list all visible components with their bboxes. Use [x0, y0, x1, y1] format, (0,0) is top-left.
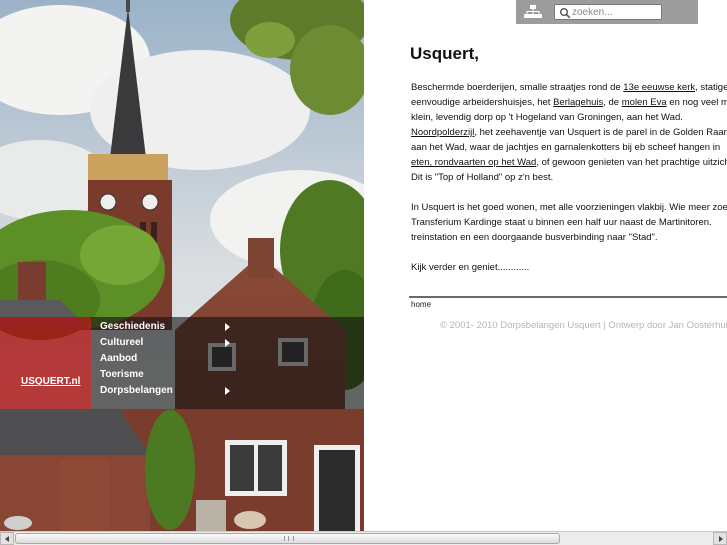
- arrow-right-icon: [719, 536, 723, 542]
- horizontal-scrollbar[interactable]: [0, 531, 727, 545]
- search-toolbar: [516, 0, 698, 24]
- paragraph-line: Beschermde boerderijen, smalle straatjes…: [411, 80, 727, 95]
- text: , of gewoon genieten van het prachtige u…: [536, 157, 727, 168]
- main-navigation: USQUERT.nl Geschiedenis Cultureel Aanbod…: [0, 317, 364, 409]
- nav-item-label: Toerisme: [100, 369, 144, 380]
- paragraph-line: eten, rondvaarten op het Wad, of gewoon …: [411, 155, 727, 170]
- nav-item-label: Geschiedenis: [100, 321, 166, 332]
- nav-item-geschiedenis[interactable]: Geschiedenis: [100, 319, 230, 335]
- nav-item-aanbod[interactable]: Aanbod: [100, 351, 230, 367]
- paragraph-line: Noordpolderzijl, het zeehaventje van Usq…: [411, 125, 727, 140]
- nav-menu: Geschiedenis Cultureel Aanbod Toerisme D…: [91, 317, 364, 409]
- search-box: [554, 4, 662, 20]
- scrollbar-thumb[interactable]: [15, 533, 560, 544]
- nav-item-cultureel[interactable]: Cultureel: [100, 335, 230, 351]
- paragraph-line: aan het Wad, waar de jachtjes en garnale…: [411, 142, 721, 153]
- header-photo: [0, 0, 364, 531]
- sitemap-icon[interactable]: [524, 4, 542, 20]
- logo-box: USQUERT.nl: [0, 317, 91, 409]
- scroll-left-button[interactable]: [0, 532, 14, 545]
- paragraph-line: treinstation en een doorgaande busverbin…: [411, 232, 658, 243]
- link-noordpolderzijl[interactable]: Noordpolderzijl: [411, 127, 474, 138]
- paragraph-line: Kijk verder en geniet............: [411, 262, 530, 273]
- intro-text: Beschermde boerderijen, smalle straatjes…: [411, 80, 727, 275]
- search-icon: [559, 6, 571, 19]
- grip-icon: [284, 536, 294, 541]
- footer-divider: [409, 296, 727, 298]
- paragraph-line: Dit is "Top of Holland" op z'n best.: [411, 172, 554, 183]
- link-eten-rondvaarten[interactable]: eten, rondvaarten op het Wad: [411, 157, 536, 168]
- paragraph-line: Transferium Kardinge staat u binnen een …: [411, 217, 712, 228]
- nav-item-dorpsbelangen[interactable]: Dorpsbelangen: [100, 383, 230, 399]
- nav-item-label: Aanbod: [100, 353, 138, 364]
- submenu-arrow-icon: [225, 323, 230, 331]
- search-input[interactable]: [572, 5, 658, 19]
- home-link[interactable]: home: [411, 300, 431, 309]
- nav-item-label: Cultureel: [100, 337, 144, 348]
- paragraph-line: eenvoudige arbeidershuisjes, het Berlage…: [411, 95, 727, 110]
- text: , statige: [695, 82, 727, 93]
- nav-item-label: Dorpsbelangen: [100, 385, 173, 396]
- submenu-arrow-icon: [225, 387, 230, 395]
- scroll-right-button[interactable]: [713, 532, 727, 545]
- page-title: Usquert,: [410, 44, 479, 63]
- paragraph-line: In Usquert is het goed wonen, met alle v…: [411, 202, 727, 213]
- link-molen-eva[interactable]: molen Eva: [622, 97, 667, 108]
- text: en nog veel meer.: [669, 97, 727, 108]
- text: , het zeehaventje van Usquert is de pare…: [474, 127, 727, 138]
- site-logo-link[interactable]: USQUERT.nl: [21, 376, 80, 387]
- text: eenvoudige arbeidershuisjes, het: [411, 97, 554, 108]
- nav-item-toerisme[interactable]: Toerisme: [100, 367, 230, 383]
- submenu-arrow-icon: [225, 339, 230, 347]
- paragraph-line: klein, levendig dorp op 't Hogeland van …: [411, 112, 683, 123]
- text: Beschermde boerderijen, smalle straatjes…: [411, 82, 624, 93]
- link-13e-eeuwse-kerk[interactable]: 13e eeuwse kerk: [623, 82, 695, 93]
- text: , de: [603, 97, 622, 108]
- arrow-left-icon: [5, 536, 9, 542]
- link-berlagehuis[interactable]: Berlagehuis: [553, 97, 603, 108]
- copyright-text: © 2001- 2010 Dorpsbelangen Usquert | Ont…: [440, 320, 727, 331]
